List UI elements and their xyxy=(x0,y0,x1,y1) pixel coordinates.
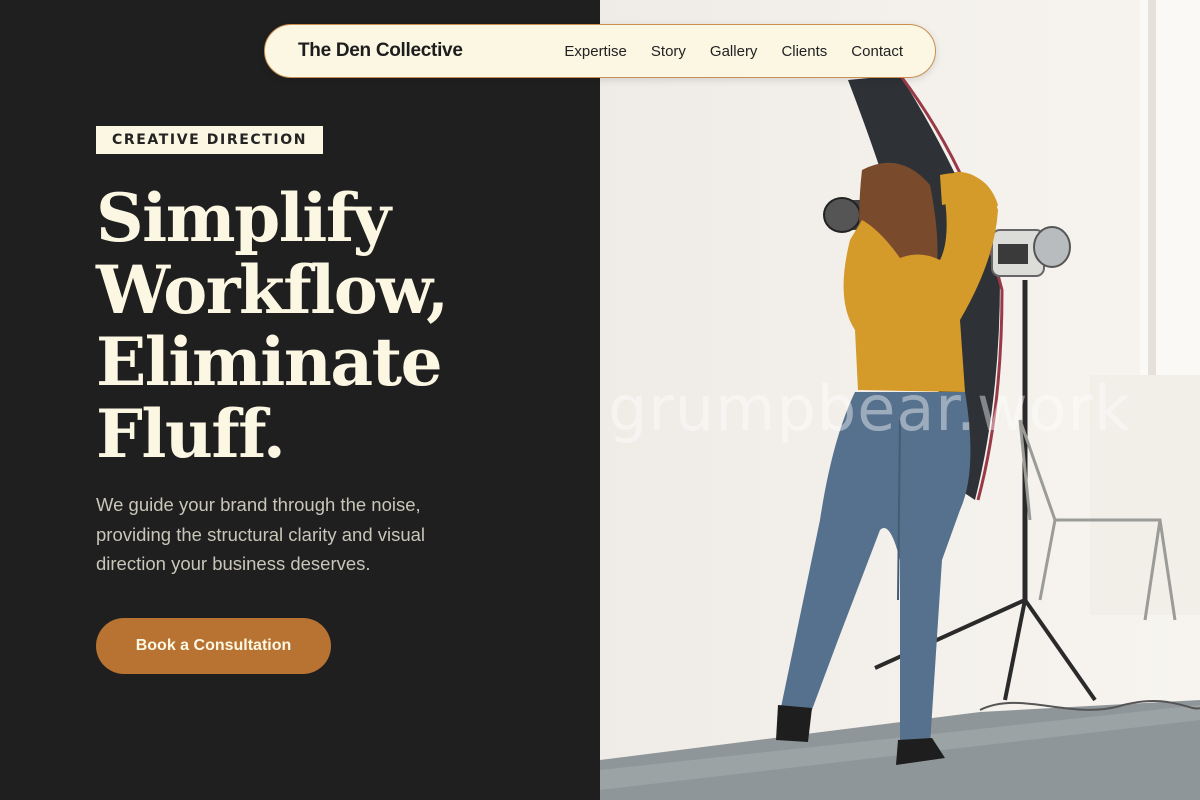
headline-line-3: Eliminate xyxy=(96,323,443,401)
brand-logo[interactable]: The Den Collective xyxy=(298,40,463,62)
nav-link-clients[interactable]: Clients xyxy=(781,43,827,60)
hero-lead-text: We guide your brand through the noise, p… xyxy=(96,494,426,574)
headline-line-4: Fluff. xyxy=(96,395,286,473)
photographer-illustration xyxy=(600,0,1200,800)
headline-line-2: Workflow, xyxy=(96,251,449,329)
nav-link-gallery[interactable]: Gallery xyxy=(710,43,758,60)
hero-photo xyxy=(600,0,1200,800)
eyebrow-tag: CREATIVE DIRECTION xyxy=(96,126,324,154)
hero-headline: Simplify Workflow, Eliminate Fluff. xyxy=(96,182,566,470)
nav-link-story[interactable]: Story xyxy=(651,43,686,60)
headline-line-1: Simplify xyxy=(96,179,391,257)
nav-links: Expertise Story Gallery Clients Contact xyxy=(564,43,903,60)
book-consultation-button[interactable]: Book a Consultation xyxy=(96,618,331,674)
nav-link-expertise[interactable]: Expertise xyxy=(564,43,627,60)
nav-link-contact[interactable]: Contact xyxy=(851,43,903,60)
main-nav: The Den Collective Expertise Story Galle… xyxy=(264,24,936,78)
